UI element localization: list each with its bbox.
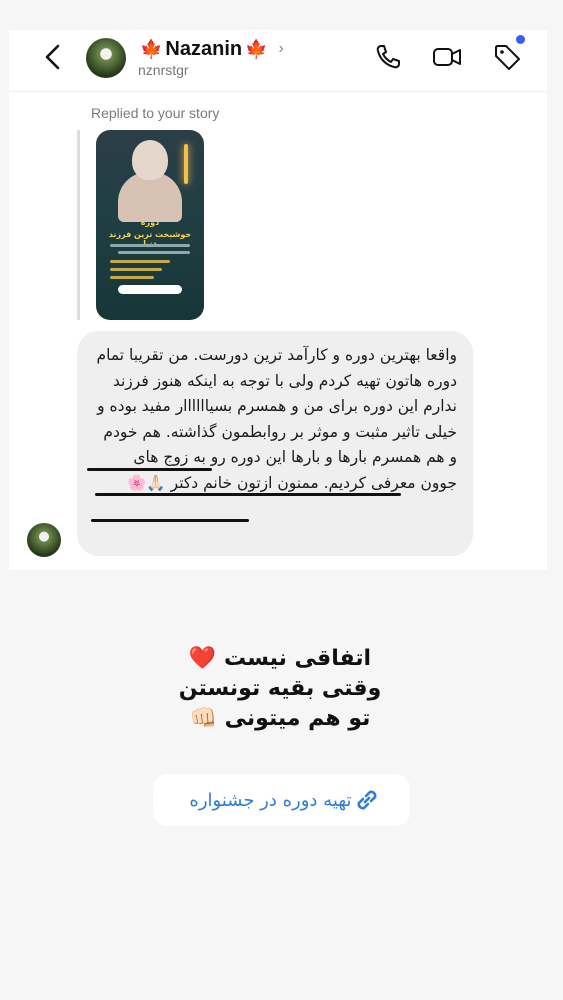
message-bubble[interactable]: واقعا بهترین دوره و کارآمد ترین دورست. م… <box>77 331 473 556</box>
maple-leaf-icon: 🍁 <box>140 38 163 59</box>
handwritten-underline <box>95 493 401 496</box>
maple-leaf-icon: 🍁 <box>245 38 268 59</box>
chat-card: 🍁 Nazanin 🍁 › nznrstgr Replied to your s… <box>9 30 547 570</box>
story-text-line <box>110 244 190 247</box>
notification-dot <box>516 35 525 44</box>
lamp-glow <box>184 144 188 184</box>
link-label: تهیه دوره در جشنواره <box>189 789 352 811</box>
display-name: Nazanin <box>165 37 243 60</box>
chevron-right-icon: › <box>278 40 284 57</box>
handwritten-underline <box>91 519 249 522</box>
avatar[interactable] <box>86 38 126 78</box>
link-sticker[interactable]: تهیه دوره در جشنواره <box>153 774 410 826</box>
chat-header: 🍁 Nazanin 🍁 › nznrstgr <box>9 30 547 92</box>
phone-icon[interactable] <box>373 42 403 72</box>
link-icon <box>357 790 377 810</box>
story-price-line <box>110 276 154 279</box>
reply-bar <box>77 130 80 320</box>
story-figure-head <box>132 140 168 180</box>
story-text-line <box>118 251 190 254</box>
message-text: واقعا بهترین دوره و کارآمد ترین دورست. م… <box>96 346 457 492</box>
replied-label: Replied to your story <box>91 105 220 121</box>
overlay-line-1: اتفاقی نیست ❤️ <box>188 646 372 671</box>
overlay-line-2: وقتی بقیه تونستن <box>178 676 382 701</box>
video-icon[interactable] <box>432 42 462 72</box>
story-price-line <box>110 260 170 263</box>
story-thumbnail[interactable]: دوره خوشبخت ترین فرزند دنیا <box>96 130 204 320</box>
username: nznrstgr <box>138 62 189 78</box>
sender-avatar <box>27 523 61 557</box>
back-icon[interactable] <box>39 42 69 72</box>
story-title: دوره <box>140 218 160 227</box>
story-price-line <box>110 268 162 271</box>
tag-icon[interactable] <box>492 42 522 72</box>
story-overlay-text: اتفاقی نیست ❤️ وقتی بقیه تونستن تو هم می… <box>100 644 460 734</box>
handwritten-underline <box>87 468 212 471</box>
story-button <box>118 285 182 294</box>
overlay-line-3: تو هم میتونی 👊🏻 <box>189 706 371 731</box>
profile-name-row[interactable]: 🍁 Nazanin 🍁 › <box>137 36 284 62</box>
header-divider <box>9 91 547 92</box>
